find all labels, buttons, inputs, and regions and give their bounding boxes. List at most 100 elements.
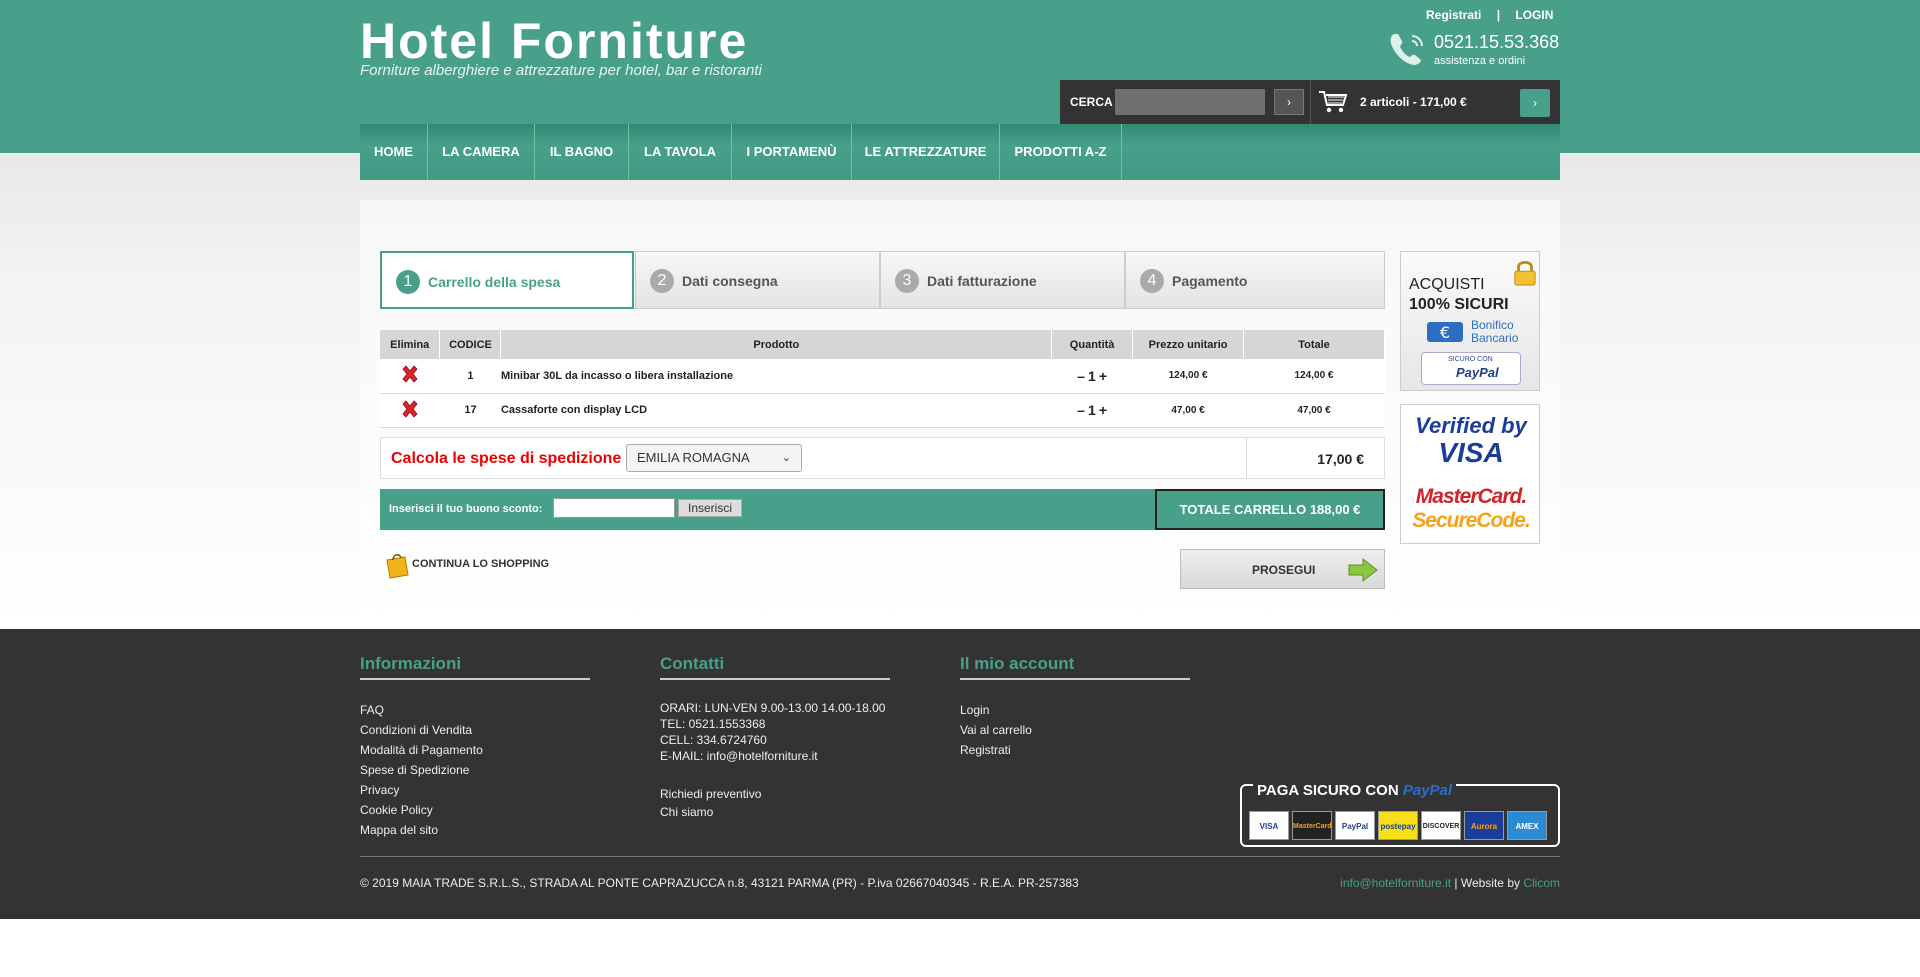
login-link[interactable]: LOGIN [1515,8,1553,22]
footer-col-title: Contatti [660,654,890,680]
footer-link-quote[interactable]: Richiedi preventivo [660,784,761,804]
nav-home[interactable]: HOME [360,124,428,180]
discover-card-icon: DISCOVER [1421,811,1461,840]
phone-icon [1390,34,1423,65]
continue-shopping-label: CONTINUA LO SHOPPING [412,558,550,570]
divider [1310,80,1311,124]
cart-go-button[interactable]: › [1520,89,1550,117]
nav-la-camera[interactable]: LA CAMERA [428,124,535,180]
footer-link-about[interactable]: Chi siamo [660,804,761,820]
postepay-card-icon: postepay [1378,811,1418,840]
qty-minus-button[interactable]: – [1077,368,1085,384]
badge-title: ACQUISTI [1409,276,1485,293]
search-input[interactable] [1115,89,1265,115]
search-label: CERCA [1070,95,1113,109]
paypal-logo-text: PayPal [1456,365,1499,380]
paypal-secure-logo: SICURO CON PayPal [1421,352,1521,385]
qty-minus-button[interactable]: – [1077,402,1085,418]
paypal-title-text: PAGA SICURO CON [1257,782,1399,799]
footer-col-title: Il mio account [960,654,1190,680]
cart-icon[interactable] [1318,90,1348,114]
step-number: 2 [650,269,674,293]
coupon-input[interactable] [553,498,675,518]
product-cell[interactable]: Cassaforte con display LCD [500,393,1052,428]
step-label: Dati fatturazione [927,273,1037,289]
contact-email[interactable]: E-MAIL: info@hotelforniture.it [660,748,885,764]
nav-le-attrezzature[interactable]: LE ATTREZZATURE [852,124,1000,180]
coupon-submit-button[interactable]: Inserisci [678,499,742,517]
credit-email-link[interactable]: info@hotelforniture.it [1340,876,1451,890]
step-delivery: 2 Dati consegna [635,251,880,309]
shopping-bag-icon [386,554,409,579]
proceed-button[interactable]: PROSEGUI [1180,549,1385,589]
code-cell: 17 [439,393,501,428]
step-number: 4 [1140,269,1164,293]
nav-prodotti-a-z[interactable]: PRODOTTI A-Z [1000,124,1122,180]
mastercard-securecode-logo: MasterCard. SecureCode. [1405,485,1537,533]
cart-table: Elimina CODICE Prodotto Quantità Prezzo … [380,330,1385,428]
register-link[interactable]: Registrati [1426,8,1481,22]
table-header-row: Elimina CODICE Prodotto Quantità Prezzo … [380,330,1385,359]
website-credit: info@hotelforniture.it | Website by Clic… [1340,876,1560,890]
delete-cell [380,393,440,428]
footer-col-account: Il mio account [960,654,1190,680]
top-links: Registrati | LOGIN [1420,8,1559,22]
footer-link-sitemap[interactable]: Mappa del sito [360,820,483,840]
mastercard-card-icon: MasterCard [1292,811,1332,840]
footer-link-privacy[interactable]: Privacy [360,780,483,800]
proceed-label: PROSEGUI [1252,563,1316,577]
qty-value: 1 [1088,367,1096,384]
footer-link-login[interactable]: Login [960,700,1032,720]
amex-card-icon: AMEX [1507,811,1547,840]
footer-link-faq[interactable]: FAQ [360,700,483,720]
divider [1246,438,1247,478]
aurora-card-icon: Aurora [1464,811,1504,840]
euro-icon: € [1427,322,1463,342]
shipping-row: Calcola le spese di spedizione EMILIA RO… [380,437,1385,479]
bank-transfer-logo: € Bonifico Bancario [1425,318,1535,346]
qty-value: 1 [1088,402,1096,418]
footer-contact-lines: ORARI: LUN-VEN 9.00-13.00 14.00-18.00 TE… [660,700,885,764]
region-select[interactable]: EMILIA ROMAGNA ⌄ [626,444,802,472]
footer-link-cookie[interactable]: Cookie Policy [360,800,483,820]
badge-subtitle: 100% SICURI [1409,296,1509,313]
bank-transfer-sublabel: Bancario [1471,331,1519,345]
cart-summary[interactable]: 2 articoli - 171,00 € [1360,95,1467,109]
price-cell: 124,00 € [1132,359,1244,394]
card-security-badge: Verified by VISA MasterCard. SecureCode. [1400,404,1540,544]
credit-agency-link[interactable]: Clicom [1523,876,1560,890]
paypal-payment-methods: PAGA SICURO CON PayPal VISA MasterCard P… [1240,782,1560,847]
paypal-title: PAGA SICURO CON PayPal [1253,782,1457,799]
qty-plus-button[interactable]: + [1099,368,1107,384]
shipping-label: Calcola le spese di spedizione [391,450,622,467]
footer-link-conditions[interactable]: Condizioni di Vendita [360,720,483,740]
delete-icon[interactable] [400,399,420,419]
main-nav: HOME LA CAMERA IL BAGNO LA TAVOLA I PORT… [360,124,1560,180]
secure-purchase-badge: ACQUISTI 100% SICURI € Bonifico Bancario… [1400,251,1540,391]
qty-plus-button[interactable]: + [1099,402,1107,418]
step-cart[interactable]: 1 Carrello della spesa [380,251,634,309]
total-cell: 47,00 € [1243,393,1385,428]
bank-transfer-label: Bonifico [1471,318,1514,332]
step-number: 3 [895,269,919,293]
table-row: 17 Cassaforte con display LCD – 1 + 47,0… [380,393,1385,428]
step-label: Pagamento [1172,273,1248,289]
footer-link-shipping[interactable]: Spese di Spedizione [360,760,483,780]
product-cell[interactable]: Minibar 30L da incasso o libera installa… [500,359,1052,394]
step-number: 1 [396,270,420,294]
step-payment: 4 Pagamento [1125,251,1385,309]
footer-account-links: Login Vai al carrello Registrati [960,700,1032,760]
coupon-row: Inserisci il tuo buono sconto: Inserisci… [380,489,1385,530]
search-button[interactable]: › [1274,89,1304,115]
footer-link-register[interactable]: Registrati [960,740,1032,760]
delete-icon[interactable] [400,364,420,384]
footer-link-payment[interactable]: Modalità di Pagamento [360,740,483,760]
footer-link-cart[interactable]: Vai al carrello [960,720,1032,740]
region-value: EMILIA ROMAGNA [637,450,750,465]
arrow-right-icon [1348,557,1378,583]
nav-la-tavola[interactable]: LA TAVOLA [629,124,732,180]
nav-i-portamenu[interactable]: I PORTAMENÙ [732,124,852,180]
site-tagline: Forniture alberghiere e attrezzature per… [360,62,762,79]
col-codice: CODICE [439,330,502,359]
nav-il-bagno[interactable]: IL BAGNO [535,124,629,180]
